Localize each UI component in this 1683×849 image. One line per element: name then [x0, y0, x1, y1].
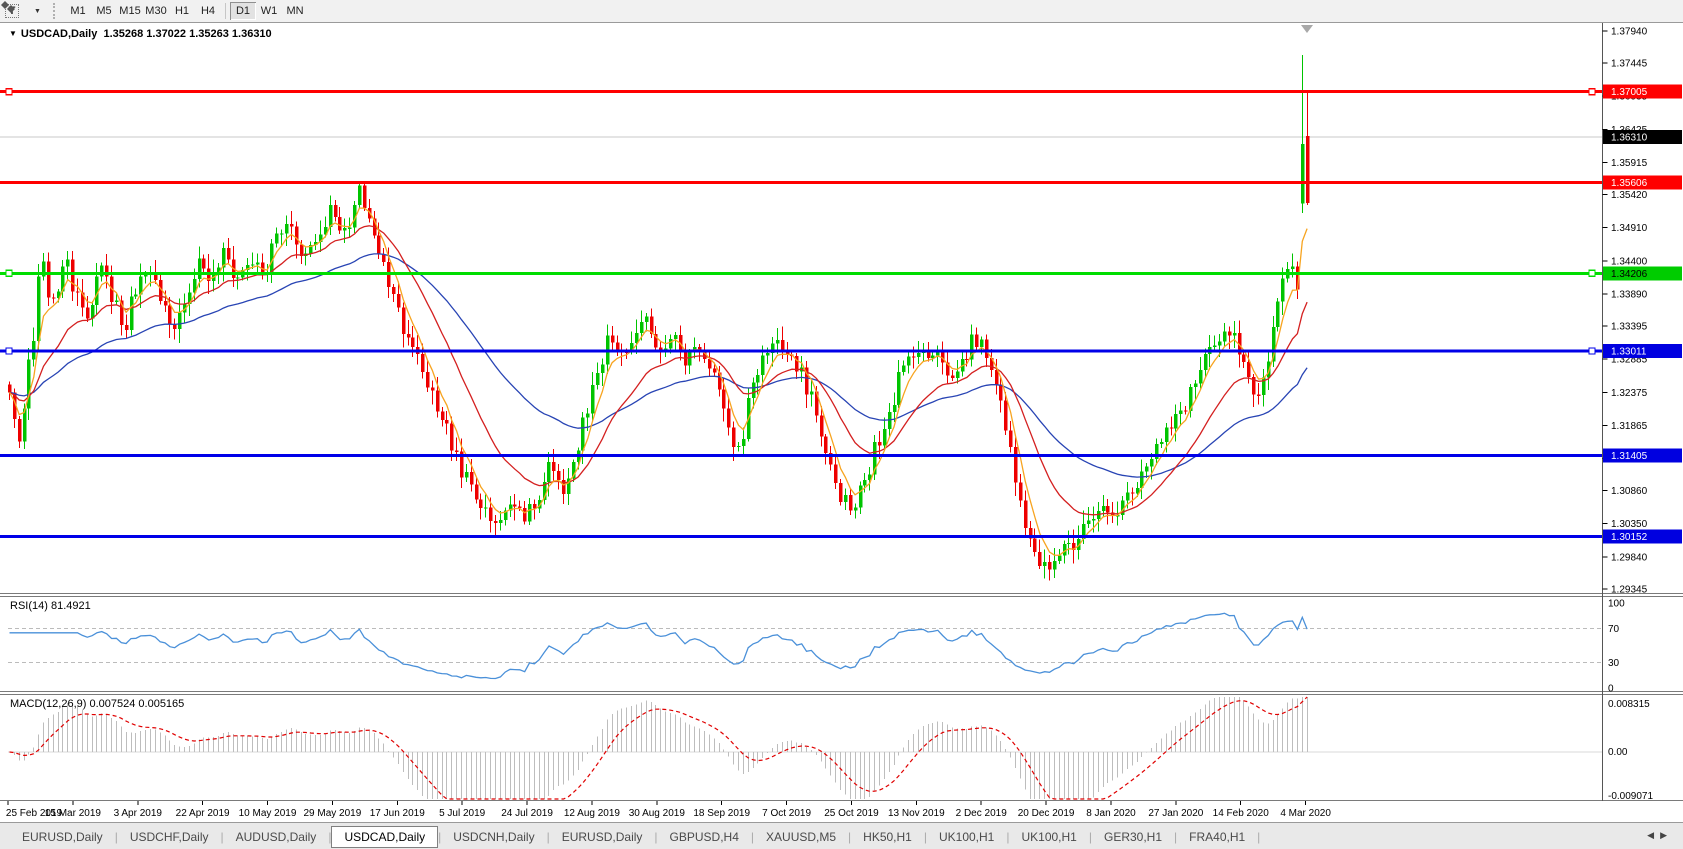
- timeframe-m5[interactable]: M5: [91, 2, 117, 20]
- svg-text:1.34910: 1.34910: [1611, 223, 1648, 234]
- svg-text:1.35420: 1.35420: [1611, 190, 1648, 201]
- svg-text:1.37940: 1.37940: [1611, 27, 1648, 38]
- chart-tab-fra40-h1[interactable]: FRA40,H1: [1177, 827, 1257, 847]
- svg-text:30: 30: [1608, 658, 1620, 669]
- svg-text:30 Aug 2019: 30 Aug 2019: [629, 808, 686, 819]
- svg-text:13 Nov 2019: 13 Nov 2019: [888, 808, 945, 819]
- price-badge-1.31405: 1.31405: [1611, 451, 1648, 462]
- rsi-indicator-label: RSI(14) 81.4921: [10, 600, 91, 612]
- svg-text:1.33890: 1.33890: [1611, 289, 1648, 300]
- timeframe-h1[interactable]: H1: [169, 2, 195, 20]
- timeframe-group: M1M5M15M30H1H4 D1W1MN: [65, 2, 308, 20]
- tab-scroll-arrows: ◀▶: [1647, 830, 1673, 841]
- svg-text:1.34400: 1.34400: [1611, 256, 1648, 267]
- svg-text:0.00: 0.00: [1608, 747, 1628, 758]
- chart-tab-audusd-daily[interactable]: AUDUSD,Daily: [224, 827, 329, 847]
- svg-text:4 Mar 2020: 4 Mar 2020: [1280, 808, 1331, 819]
- timeframe-mn[interactable]: MN: [282, 2, 308, 20]
- svg-text:7 Oct 2019: 7 Oct 2019: [762, 808, 811, 819]
- svg-text:1.29345: 1.29345: [1611, 584, 1648, 595]
- chart-dropdown-icon[interactable]: ▼: [9, 29, 17, 38]
- svg-text:12 Aug 2019: 12 Aug 2019: [564, 808, 621, 819]
- svg-text:1.30860: 1.30860: [1611, 486, 1648, 497]
- svg-text:25 Oct 2019: 25 Oct 2019: [824, 808, 879, 819]
- svg-text:1.33395: 1.33395: [1611, 322, 1648, 333]
- objects-dropdown-button[interactable]: ▼: [25, 2, 47, 20]
- timeframe-d1[interactable]: D1: [230, 2, 256, 20]
- toolbar-grip[interactable]: [53, 3, 60, 19]
- price-badge-1.33011: 1.33011: [1611, 346, 1647, 357]
- svg-text:1.29840: 1.29840: [1611, 552, 1648, 563]
- price-badge-1.30152: 1.30152: [1611, 532, 1648, 543]
- chart-tab-ger30-h1[interactable]: GER30,H1: [1092, 827, 1174, 847]
- chart-tab-eurusd-daily[interactable]: EURUSD,Daily: [550, 827, 655, 847]
- svg-text:24 Jul 2019: 24 Jul 2019: [501, 808, 553, 819]
- svg-text:15 Mar 2019: 15 Mar 2019: [45, 808, 102, 819]
- chart-title: ▼ USDCAD,Daily 1.35268 1.37022 1.35263 1.…: [9, 28, 272, 40]
- chart-tab-eurusd-daily[interactable]: EURUSD,Daily: [10, 827, 115, 847]
- chart-tab-usdcad-daily[interactable]: USDCAD,Daily: [331, 826, 438, 848]
- timeframe-m30[interactable]: M30: [143, 2, 169, 20]
- svg-text:20 Dec 2019: 20 Dec 2019: [1018, 808, 1075, 819]
- svg-text:14 Feb 2020: 14 Feb 2020: [1213, 808, 1270, 819]
- top-toolbar: T ▼ M1M5M15M30H1H4D1W1MN: [0, 0, 1683, 23]
- timeframe-w1[interactable]: W1: [256, 2, 282, 20]
- chart-tab-hk50-h1[interactable]: HK50,H1: [851, 827, 924, 847]
- svg-text:70: 70: [1608, 624, 1620, 635]
- tab-scroll-right-icon[interactable]: ▶: [1660, 830, 1673, 840]
- macd-indicator-label: MACD(12,26,9) 0.007524 0.005165: [10, 698, 184, 710]
- price-badge-1.36310: 1.36310: [1611, 132, 1648, 143]
- price-badge-1.34206: 1.34206: [1611, 269, 1648, 280]
- svg-text:100: 100: [1608, 599, 1625, 610]
- chart-ohlc-values: 1.35268 1.37022 1.35263 1.36310: [103, 28, 271, 40]
- chart-symbol: USDCAD,Daily: [21, 28, 97, 40]
- chart-tab-xauusd-m5[interactable]: XAUUSD,M5: [754, 827, 848, 847]
- mt4-window: { "toolbar": { "text_tool_label": "T", "…: [0, 0, 1683, 849]
- price-badge-1.35606: 1.35606: [1611, 178, 1648, 189]
- svg-text:0: 0: [1608, 684, 1614, 695]
- chart-tab-bar: EURUSD,Daily|USDCHF,Daily|AUDUSD,Daily|U…: [0, 822, 1683, 849]
- objects-icon: [0, 0, 16, 14]
- chart-tab-usdcnh-daily[interactable]: USDCNH,Daily: [441, 827, 546, 847]
- svg-text:10 May 2019: 10 May 2019: [239, 808, 297, 819]
- chart-tab-uk100-h1[interactable]: UK100,H1: [927, 827, 1006, 847]
- svg-text:1.37445: 1.37445: [1611, 59, 1648, 70]
- timeframe-h4[interactable]: H4: [195, 2, 221, 20]
- chart-tab-usdchf-daily[interactable]: USDCHF,Daily: [118, 827, 221, 847]
- price-chart-canvas[interactable]: 1.379401.374451.369351.364251.359151.354…: [0, 0, 1683, 849]
- tab-scroll-left-icon[interactable]: ◀: [1647, 830, 1660, 840]
- svg-text:1.30350: 1.30350: [1611, 519, 1648, 530]
- svg-text:22 Apr 2019: 22 Apr 2019: [176, 808, 230, 819]
- svg-text:1.31865: 1.31865: [1611, 421, 1648, 432]
- chart-tab-uk100-h1[interactable]: UK100,H1: [1009, 827, 1088, 847]
- svg-text:3 Apr 2019: 3 Apr 2019: [114, 808, 163, 819]
- svg-text:18 Sep 2019: 18 Sep 2019: [693, 808, 750, 819]
- tab-separator: |: [1257, 830, 1260, 844]
- svg-text:1.32375: 1.32375: [1611, 388, 1648, 399]
- svg-text:5 Jul 2019: 5 Jul 2019: [439, 808, 486, 819]
- svg-text:1.35915: 1.35915: [1611, 158, 1648, 169]
- svg-text:2 Dec 2019: 2 Dec 2019: [956, 808, 1008, 819]
- svg-text:0.008315: 0.008315: [1608, 699, 1650, 710]
- timeframe-m1[interactable]: M1: [65, 2, 91, 20]
- chevron-down-icon: ▼: [34, 8, 41, 15]
- timeframe-m15[interactable]: M15: [117, 2, 143, 20]
- chart-tab-gbpusd-h4[interactable]: GBPUSD,H4: [658, 827, 751, 847]
- svg-text:29 May 2019: 29 May 2019: [303, 808, 361, 819]
- price-badge-1.37005: 1.37005: [1611, 87, 1648, 98]
- svg-text:27 Jan 2020: 27 Jan 2020: [1148, 808, 1203, 819]
- svg-text:-0.009071: -0.009071: [1608, 791, 1653, 802]
- svg-text:17 Jun 2019: 17 Jun 2019: [370, 808, 425, 819]
- svg-text:8 Jan 2020: 8 Jan 2020: [1086, 808, 1136, 819]
